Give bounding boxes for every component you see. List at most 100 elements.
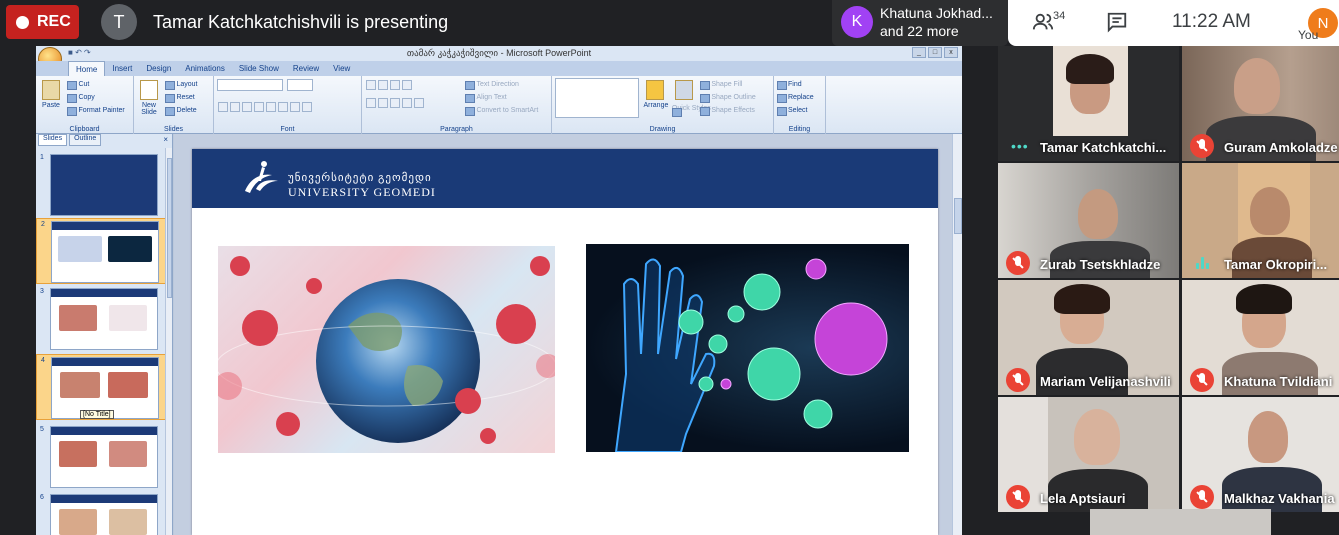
- align-left-icon[interactable]: [366, 98, 376, 108]
- participant-tile-partial[interactable]: [1090, 509, 1271, 535]
- arrange-icon: [646, 80, 665, 100]
- panel-close-icon[interactable]: ×: [163, 135, 168, 144]
- slide-scrollbar[interactable]: [952, 134, 962, 535]
- align-text-button[interactable]: Align Text: [465, 91, 538, 104]
- slide-thumbnail[interactable]: 3: [36, 286, 166, 352]
- replace-button[interactable]: Replace: [777, 91, 822, 104]
- shape-effects-button[interactable]: Shape Effects: [700, 104, 755, 117]
- participant-name: Tamar Okropiri...: [1224, 257, 1328, 272]
- font-name-box[interactable]: [217, 79, 283, 91]
- tab-animations[interactable]: Animations: [178, 61, 232, 76]
- panel-tab-slides[interactable]: Slides: [38, 134, 68, 146]
- close-icon[interactable]: x: [944, 47, 958, 58]
- shapes-gallery[interactable]: [555, 78, 639, 118]
- underline-icon[interactable]: [242, 102, 252, 112]
- globe-virus-illustration: [218, 256, 555, 444]
- thumbnail-preview: [50, 494, 158, 535]
- justify-icon[interactable]: [402, 98, 412, 108]
- drawing-group: Arrange Quick Styles Shape Fill Shape Ou…: [552, 76, 774, 134]
- participant-tile[interactable]: Khatuna Tvildiani: [1182, 280, 1339, 395]
- spacing-icon[interactable]: [278, 102, 288, 112]
- arrange-button[interactable]: Arrange: [643, 78, 668, 109]
- format-painter-button[interactable]: Format Painter: [67, 104, 125, 117]
- participant-tile[interactable]: Tamar Okropiri...: [1182, 163, 1339, 278]
- copy-button[interactable]: Copy: [67, 91, 124, 104]
- panel-tab-outline[interactable]: Outline: [69, 134, 102, 146]
- quick-styles-button[interactable]: Quick Styles: [672, 78, 711, 115]
- people-count: 34: [1053, 10, 1066, 22]
- reset-button[interactable]: Reset: [165, 91, 197, 104]
- current-slide[interactable]: უნივერსიტეტი გეომედი UNIVERSITY GEOMEDI: [192, 149, 938, 535]
- slide-thumbnail[interactable]: 2: [36, 218, 166, 284]
- participant-video: [1078, 189, 1118, 239]
- mic-off-icon: [1190, 368, 1214, 392]
- line-spacing-icon[interactable]: [402, 80, 412, 90]
- minimize-icon[interactable]: _: [912, 47, 926, 58]
- shape-outline-button[interactable]: Shape Outline: [700, 91, 756, 104]
- participant-tile[interactable]: Guram Amkoladze: [1182, 46, 1339, 161]
- active-speaker-box[interactable]: K Khatuna Jokhad... and 22 more: [832, 0, 1008, 46]
- participant-tile[interactable]: Mariam Velijanashvili: [998, 280, 1179, 395]
- participant-tile[interactable]: Zurab Tsetskhladze: [998, 163, 1179, 278]
- recording-badge: REC: [6, 5, 79, 39]
- italic-icon[interactable]: [230, 102, 240, 112]
- new-slide-button[interactable]: New Slide: [137, 78, 161, 116]
- people-icon[interactable]: [1032, 11, 1054, 33]
- shape-fill-button[interactable]: Shape Fill: [700, 78, 755, 91]
- delete-button[interactable]: Delete: [165, 104, 197, 117]
- tooltip: [No Title]: [80, 410, 114, 419]
- participant-tile[interactable]: ••• Tamar Katchkatchi...: [998, 46, 1179, 161]
- columns-icon[interactable]: [414, 98, 424, 108]
- indent-icon[interactable]: [390, 80, 400, 90]
- participant-tile[interactable]: Malkhaz Vakhania: [1182, 397, 1339, 512]
- paste-button[interactable]: Paste: [39, 78, 63, 109]
- save-icon[interactable]: ■: [68, 48, 73, 57]
- align-center-icon[interactable]: [378, 98, 388, 108]
- cut-button[interactable]: Cut: [67, 78, 124, 91]
- convert-smartart-button[interactable]: Convert to SmartArt: [465, 104, 538, 117]
- participant-tile[interactable]: Lela Aptsiauri: [998, 397, 1179, 512]
- undo-icon[interactable]: ↶: [75, 48, 82, 57]
- participant-name: Malkhaz Vakhania: [1224, 491, 1335, 506]
- participant-video: [1250, 187, 1290, 235]
- shadow-icon[interactable]: [266, 102, 276, 112]
- align-right-icon[interactable]: [390, 98, 400, 108]
- tab-view[interactable]: View: [326, 61, 357, 76]
- font-color-icon[interactable]: [302, 102, 312, 112]
- participant-name: Guram Amkoladze: [1224, 140, 1338, 155]
- find-button[interactable]: Find: [777, 78, 822, 91]
- university-name-georgian: უნივერსიტეტი გეომედი: [288, 172, 432, 184]
- slides-label: Slides: [163, 126, 184, 133]
- numbering-icon[interactable]: [378, 80, 388, 90]
- mic-off-icon: [1190, 134, 1214, 158]
- window-buttons: _ □ x: [912, 47, 958, 58]
- slide-thumbnail[interactable]: 1: [36, 152, 166, 218]
- drawing-label: Drawing: [649, 126, 676, 133]
- bold-icon[interactable]: [218, 102, 228, 112]
- panel-scrollbar[interactable]: [165, 148, 172, 535]
- bullets-icon[interactable]: [366, 80, 376, 90]
- tab-design[interactable]: Design: [139, 61, 178, 76]
- select-button[interactable]: Select: [777, 104, 822, 117]
- quick-access-toolbar[interactable]: ■ ↶ ↷: [68, 48, 91, 57]
- tab-slide-show[interactable]: Slide Show: [232, 61, 286, 76]
- case-icon[interactable]: [290, 102, 300, 112]
- tab-review[interactable]: Review: [286, 61, 326, 76]
- tab-home[interactable]: Home: [68, 61, 106, 76]
- tab-insert[interactable]: Insert: [105, 61, 139, 76]
- mic-off-icon: [1190, 485, 1214, 509]
- font-size-box[interactable]: [287, 79, 314, 91]
- slide-thumbnail[interactable]: 6: [36, 492, 166, 535]
- layout-button[interactable]: Layout: [165, 78, 197, 91]
- text-direction-button[interactable]: Text Direction: [465, 78, 538, 91]
- quick-styles-icon: [674, 80, 693, 100]
- clock: 11:22 AM: [1172, 11, 1251, 32]
- slide-thumbnail[interactable]: 5: [36, 424, 166, 490]
- globe-virus-image: [218, 246, 555, 453]
- maximize-icon[interactable]: □: [928, 47, 942, 58]
- meeting-controls: 34 11:22 AM N You: [1008, 0, 1339, 46]
- strike-icon[interactable]: [254, 102, 264, 112]
- chat-icon[interactable]: [1106, 11, 1128, 33]
- redo-icon[interactable]: ↷: [84, 48, 91, 57]
- window-title: თამარ კაჭკაჭიშვილი - Microsoft PowerPoin…: [36, 46, 962, 61]
